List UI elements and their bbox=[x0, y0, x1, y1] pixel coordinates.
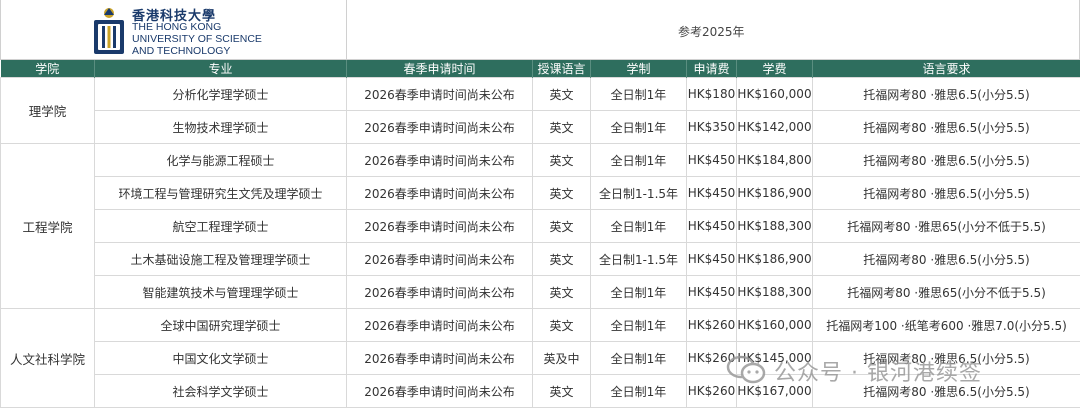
study-mode-cell: 全日制1年 bbox=[590, 275, 687, 309]
col-header: 语言要求 bbox=[812, 60, 1080, 78]
study-mode-cell: 全日制1-1.5年 bbox=[590, 176, 687, 210]
tuition-fee-cell: HK$186,900 bbox=[736, 176, 813, 210]
program-name-cell: 生物技术理学硕士 bbox=[94, 110, 347, 144]
table-row: 工程学院 化学与能源工程硕士 2026春季申请时间尚未公布 英文 全日制1年 HK$450… bbox=[0, 143, 1080, 309]
application-fee-cell: HK$260 bbox=[686, 308, 737, 342]
study-mode-cell: 全日制1年 bbox=[590, 110, 687, 144]
table-row: 航空工程理学硕士 2026春季申请时间尚未公布 英文 全日制1年 HK$450 HK$18… bbox=[1, 209, 1080, 243]
college-cell: 理学院 bbox=[0, 77, 95, 144]
teaching-language-cell: 英文 bbox=[532, 77, 591, 111]
teaching-language-cell: 英及中 bbox=[532, 341, 591, 375]
spring-application-time-cell: 2026春季申请时间尚未公布 bbox=[346, 209, 533, 243]
application-fee-cell: HK$450 bbox=[686, 143, 737, 177]
spring-application-time-cell: 2026春季申请时间尚未公布 bbox=[346, 308, 533, 342]
col-header: 申请费 bbox=[686, 60, 737, 78]
college-cell: 人文社科学院 bbox=[0, 308, 95, 408]
program-name-cell: 环境工程与管理研究生文凭及理学硕士 bbox=[94, 176, 347, 210]
col-header: 授课语言 bbox=[532, 60, 591, 78]
teaching-language-cell: 英文 bbox=[532, 374, 591, 408]
language-requirement-cell: 托福网考100 ·纸笔考600 ·雅思7.0(小分5.5) bbox=[812, 308, 1080, 342]
table-row: 环境工程与管理研究生文凭及理学硕士 2026春季申请时间尚未公布 英文 全日制1-1.… bbox=[1, 176, 1080, 210]
col-header: 专业 bbox=[94, 60, 347, 78]
program-name-cell: 分析化学理学硕士 bbox=[94, 77, 347, 111]
study-mode-cell: 全日制1年 bbox=[590, 209, 687, 243]
tuition-fee-cell: HK$186,900 bbox=[736, 242, 813, 276]
spring-application-time-cell: 2026春季申请时间尚未公布 bbox=[346, 242, 533, 276]
spring-application-time-cell: 2026春季申请时间尚未公布 bbox=[346, 374, 533, 408]
language-requirement-cell: 托福网考80 ·雅思6.5(小分5.5) bbox=[812, 143, 1080, 177]
wechat-watermark: 公众号 · 银河港续签 bbox=[726, 352, 1066, 388]
col-header: 学费 bbox=[736, 60, 813, 78]
teaching-language-cell: 英文 bbox=[532, 176, 591, 210]
table-row: 智能建筑技术与管理理学硕士 2026春季申请时间尚未公布 英文 全日制1年 HK$450… bbox=[1, 275, 1080, 309]
table-row: 土木基础设施工程及管理理学硕士 2026春季申请时间尚未公布 英文 全日制1-1.5年… bbox=[1, 242, 1080, 276]
program-name-cell: 社会科学文学硕士 bbox=[94, 374, 347, 408]
col-header: 学院 bbox=[0, 60, 95, 78]
tuition-fee-cell: HK$188,300 bbox=[736, 275, 813, 309]
col-header: 春季申请时间 bbox=[346, 60, 533, 78]
teaching-language-cell: 英文 bbox=[532, 143, 591, 177]
teaching-language-cell: 英文 bbox=[532, 308, 591, 342]
study-mode-cell: 全日制1年 bbox=[590, 308, 687, 342]
program-name-cell: 中国文化文学硕士 bbox=[94, 341, 347, 375]
teaching-language-cell: 英文 bbox=[532, 242, 591, 276]
language-requirement-cell: 托福网考80 ·雅思6.5(小分5.5) bbox=[812, 110, 1080, 144]
application-fee-cell: HK$450 bbox=[686, 176, 737, 210]
program-name-cell: 化学与能源工程硕士 bbox=[94, 143, 347, 177]
spring-application-time-cell: 2026春季申请时间尚未公布 bbox=[346, 77, 533, 111]
study-mode-cell: 全日制1年 bbox=[590, 77, 687, 111]
program-name-cell: 土木基础设施工程及管理理学硕士 bbox=[94, 242, 347, 276]
application-fee-cell: HK$450 bbox=[686, 242, 737, 276]
document-header: 香港科技大學 THE HONG KONG UNIVERSITY OF SCIEN… bbox=[0, 0, 1080, 60]
college-cell: 工程学院 bbox=[0, 143, 95, 309]
study-mode-cell: 全日制1-1.5年 bbox=[590, 242, 687, 276]
reference-year: 参考2025年 bbox=[678, 25, 745, 39]
spring-application-time-cell: 2026春季申请时间尚未公布 bbox=[346, 341, 533, 375]
application-fee-cell: HK$450 bbox=[686, 275, 737, 309]
table-header-row: 学院 专业 春季申请时间 授课语言 学制 申请费 学费 语言要求 bbox=[0, 60, 1080, 78]
teaching-language-cell: 英文 bbox=[532, 275, 591, 309]
wechat-icon bbox=[726, 355, 766, 384]
program-name-cell: 航空工程理学硕士 bbox=[94, 209, 347, 243]
teaching-language-cell: 英文 bbox=[532, 209, 591, 243]
watermark-text: 公众号 · 银河港续签 bbox=[774, 361, 982, 386]
language-requirement-cell: 托福网考80 ·雅思65(小分不低于5.5) bbox=[812, 275, 1080, 309]
logo-english-name: THE HONG KONG UNIVERSITY OF SCIENCE AND … bbox=[132, 21, 262, 57]
language-requirement-cell: 托福网考80 ·雅思6.5(小分5.5) bbox=[812, 242, 1080, 276]
table-row: 生物技术理学硕士 2026春季申请时间尚未公布 英文 全日制1年 HK$350 HK$14… bbox=[1, 110, 1080, 144]
tuition-fee-cell: HK$160,000 bbox=[736, 308, 813, 342]
table-row: 人文社科学院 全球中国研究理学硕士 2026春季申请时间尚未公布 英文 全日制1年 HK$… bbox=[0, 308, 1080, 408]
hkust-emblem-icon bbox=[94, 8, 124, 54]
spring-application-time-cell: 2026春季申请时间尚未公布 bbox=[346, 176, 533, 210]
hkust-logo: 香港科技大學 THE HONG KONG UNIVERSITY OF SCIEN… bbox=[92, 4, 272, 58]
study-mode-cell: 全日制1年 bbox=[590, 374, 687, 408]
tuition-fee-cell: HK$142,000 bbox=[736, 110, 813, 144]
application-fee-cell: HK$350 bbox=[686, 110, 737, 144]
study-mode-cell: 全日制1年 bbox=[590, 341, 687, 375]
tuition-fee-cell: HK$160,000 bbox=[736, 77, 813, 111]
teaching-language-cell: 英文 bbox=[532, 110, 591, 144]
col-header: 学制 bbox=[590, 60, 687, 78]
application-fee-cell: HK$180 bbox=[686, 77, 737, 111]
spring-application-time-cell: 2026春季申请时间尚未公布 bbox=[346, 143, 533, 177]
spring-application-time-cell: 2026春季申请时间尚未公布 bbox=[346, 110, 533, 144]
language-requirement-cell: 托福网考80 ·雅思6.5(小分5.5) bbox=[812, 176, 1080, 210]
language-requirement-cell: 托福网考80 ·雅思6.5(小分5.5) bbox=[812, 77, 1080, 111]
page: 香港科技大學 THE HONG KONG UNIVERSITY OF SCIEN… bbox=[0, 0, 1080, 412]
table-row: 理学院 分析化学理学硕士 2026春季申请时间尚未公布 英文 全日制1年 HK$180 HK… bbox=[0, 77, 1080, 144]
spring-application-time-cell: 2026春季申请时间尚未公布 bbox=[346, 275, 533, 309]
application-fee-cell: HK$450 bbox=[686, 209, 737, 243]
language-requirement-cell: 托福网考80 ·雅思65(小分不低于5.5) bbox=[812, 209, 1080, 243]
study-mode-cell: 全日制1年 bbox=[590, 143, 687, 177]
tuition-fee-cell: HK$188,300 bbox=[736, 209, 813, 243]
program-name-cell: 智能建筑技术与管理理学硕士 bbox=[94, 275, 347, 309]
program-name-cell: 全球中国研究理学硕士 bbox=[94, 308, 347, 342]
tuition-fee-cell: HK$184,800 bbox=[736, 143, 813, 177]
